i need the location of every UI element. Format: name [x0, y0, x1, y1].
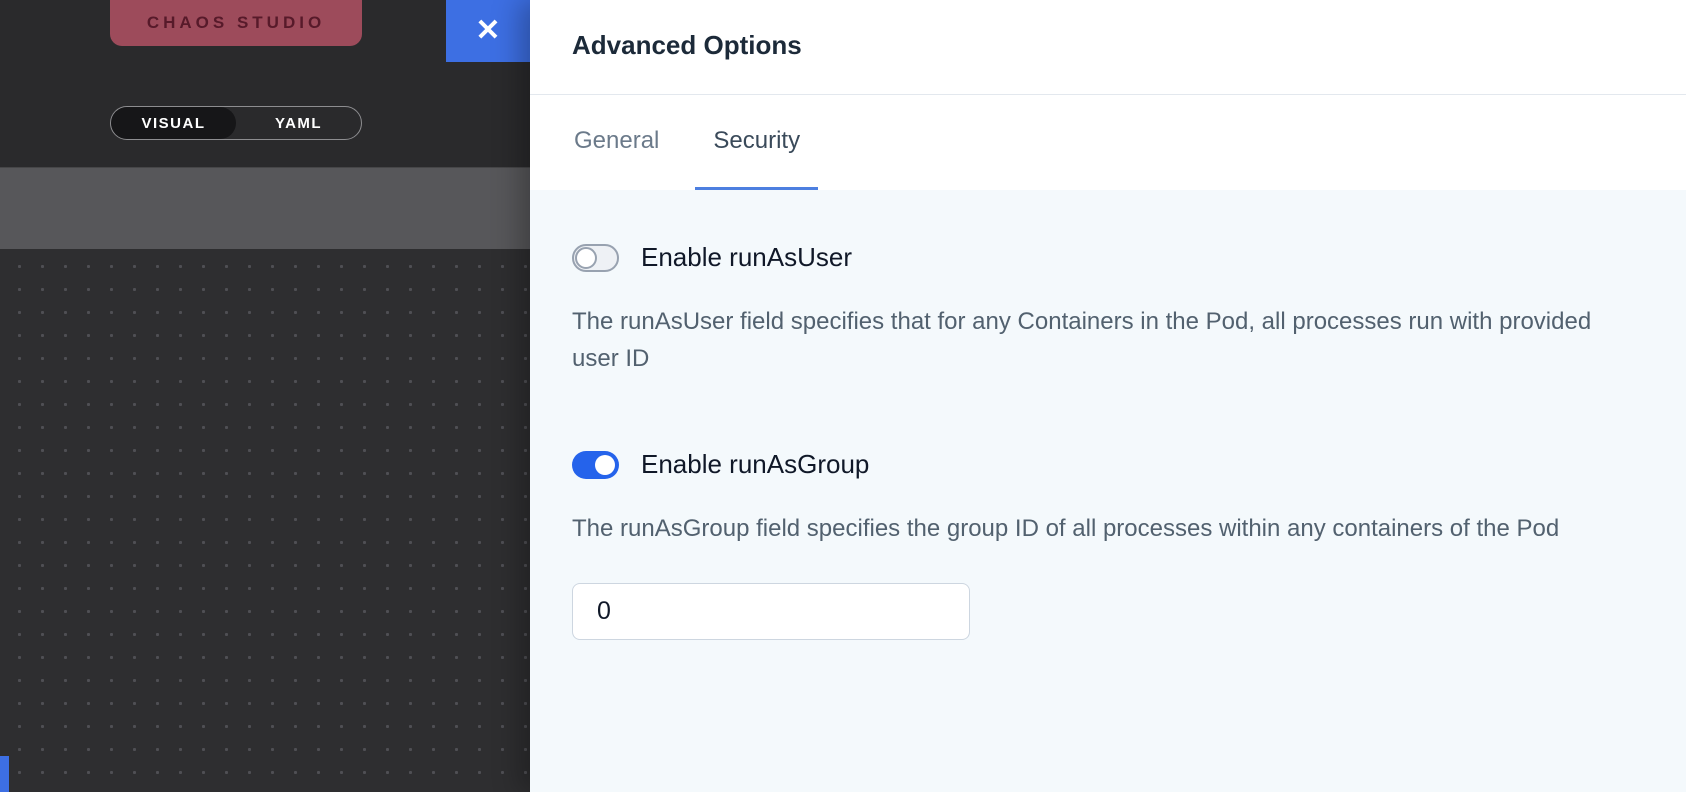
toggle-knob: [575, 247, 597, 269]
runasuser-label: Enable runAsUser: [641, 242, 852, 273]
close-drawer-button[interactable]: ✕: [446, 0, 530, 62]
close-icon: ✕: [475, 16, 500, 46]
panel-title: Advanced Options: [530, 0, 1686, 61]
panel-tabs: General Security: [530, 95, 1686, 190]
tab-security[interactable]: Security: [695, 95, 818, 190]
toggle-knob: [595, 455, 615, 475]
runasgroup-input[interactable]: [572, 583, 970, 640]
app-window: CHAOS STUDIO VISUAL YAML ✕ Advanced Opti…: [0, 0, 1686, 792]
runasgroup-description: The runAsGroup field specifies the group…: [572, 510, 1617, 547]
visual-tab[interactable]: VISUAL: [111, 107, 236, 139]
enable-runasgroup-toggle[interactable]: [572, 451, 619, 479]
chaos-studio-editor: CHAOS STUDIO VISUAL YAML ✕: [0, 0, 530, 792]
runasuser-description: The runAsUser field specifies that for a…: [572, 303, 1617, 377]
brand-label: CHAOS STUDIO: [147, 13, 325, 33]
panel-header: Advanced Options: [530, 0, 1686, 95]
tab-general[interactable]: General: [556, 95, 677, 190]
runasuser-row: Enable runAsUser: [572, 242, 1644, 273]
yaml-tab[interactable]: YAML: [236, 107, 361, 139]
editor-toolbar: [0, 167, 530, 249]
bottom-left-accent: [0, 756, 9, 792]
advanced-options-panel: Advanced Options General Security Enable…: [530, 0, 1686, 792]
experiment-canvas[interactable]: [0, 249, 530, 792]
visual-yaml-toggle: VISUAL YAML: [110, 106, 362, 140]
enable-runasuser-toggle[interactable]: [572, 244, 619, 272]
runasgroup-label: Enable runAsGroup: [641, 449, 869, 480]
runasgroup-row: Enable runAsGroup: [572, 449, 1644, 480]
chaos-studio-logo: CHAOS STUDIO: [110, 0, 362, 46]
security-tab-content: Enable runAsUser The runAsUser field spe…: [530, 190, 1686, 792]
